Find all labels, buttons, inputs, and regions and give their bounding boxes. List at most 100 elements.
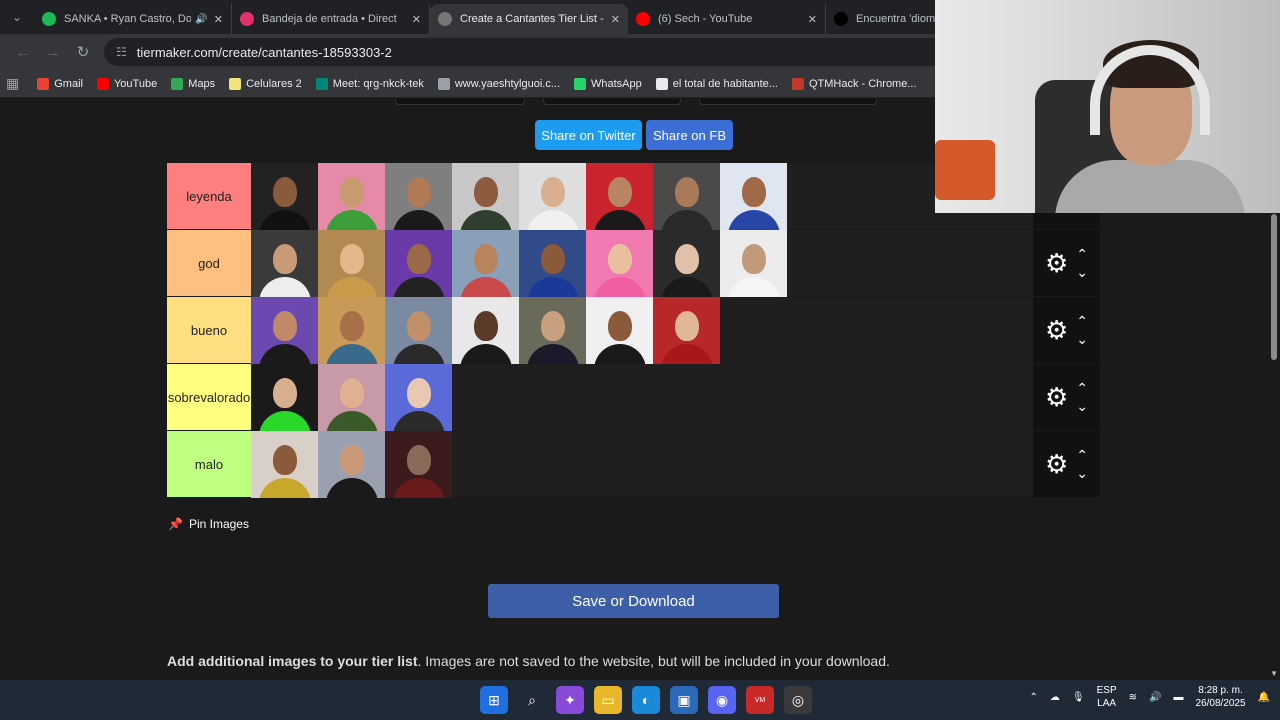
battery-icon[interactable]: ▬ <box>1173 692 1183 703</box>
tier-item-image[interactable] <box>586 297 653 364</box>
microphone-icon[interactable]: 🎙 <box>1072 692 1085 703</box>
notifications-icon[interactable]: 🔔 <box>1258 692 1270 703</box>
tab-audio-icon[interactable]: 🔊 <box>195 14 207 25</box>
apps-grid-icon[interactable]: ▦ <box>6 75 19 92</box>
save-download-button[interactable]: Save or Download <box>488 584 779 618</box>
tier-settings-gear-icon[interactable]: ⚙ <box>1045 315 1068 346</box>
move-tier-up-icon[interactable]: ⌃ <box>1076 247 1088 261</box>
tier-item-image[interactable] <box>251 364 318 431</box>
tab-3[interactable]: (6) Sech - YouTube ✕ <box>628 4 826 34</box>
start-icon[interactable]: ⊞ <box>480 686 508 714</box>
clock[interactable]: 8:28 p. m. 26/08/2025 <box>1195 684 1245 710</box>
forward-button[interactable]: → <box>38 44 68 61</box>
tier-label[interactable]: god <box>167 230 251 296</box>
address-bar[interactable]: ☷ tiermaker.com/create/cantantes-1859330… <box>104 38 984 66</box>
tier-label[interactable]: bueno <box>167 297 251 363</box>
reload-button[interactable]: ↻ <box>68 43 98 61</box>
tier-item-image[interactable] <box>720 163 787 230</box>
bookmark-4[interactable]: Meet: qrg-nkck-tek <box>315 77 424 90</box>
tier-item-image[interactable] <box>385 163 452 230</box>
tab-close-icon[interactable]: ✕ <box>611 13 620 26</box>
tier-item-image[interactable] <box>452 230 519 297</box>
tier-item-image[interactable] <box>318 364 385 431</box>
tier-label[interactable]: malo <box>167 431 251 497</box>
tier-item-image[interactable] <box>519 230 586 297</box>
tier-item-image[interactable] <box>653 163 720 230</box>
tier-label[interactable]: sobrevalorado <box>167 364 251 430</box>
language-indicator[interactable]: ESP LAA <box>1097 684 1117 710</box>
tab-0[interactable]: SANKA • Ryan Castro, Don 🔊 ✕ <box>34 4 232 34</box>
tray-chevron-icon[interactable]: ⌃ <box>1030 692 1038 703</box>
discord-icon[interactable]: ◉ <box>708 686 736 714</box>
tier-item-image[interactable] <box>318 230 385 297</box>
tier-item-image[interactable] <box>519 163 586 230</box>
tier-item-image[interactable] <box>251 297 318 364</box>
onedrive-icon[interactable]: ☁ <box>1050 692 1060 703</box>
tier-item-image[interactable] <box>385 364 452 431</box>
bookmark-6[interactable]: WhatsApp <box>574 77 642 90</box>
scroll-down-arrow-icon[interactable]: ▼ <box>1270 669 1278 678</box>
voicemeeter-icon[interactable]: VM <box>746 686 774 714</box>
bookmark-3[interactable]: Celulares 2 <box>229 77 302 90</box>
tier-settings-gear-icon[interactable]: ⚙ <box>1045 449 1068 480</box>
bookmark-7[interactable]: el total de habitante... <box>655 77 778 90</box>
pin-images-toggle[interactable]: 📌 Pin Images <box>168 517 249 531</box>
back-button[interactable]: ← <box>8 44 38 61</box>
move-tier-up-icon[interactable]: ⌃ <box>1076 314 1088 328</box>
tier-settings-gear-icon[interactable]: ⚙ <box>1045 382 1068 413</box>
tier-item-image[interactable] <box>385 431 452 498</box>
move-tier-down-icon[interactable]: ⌄ <box>1076 466 1088 480</box>
tier-item-image[interactable] <box>251 230 318 297</box>
move-tier-up-icon[interactable]: ⌃ <box>1076 381 1088 395</box>
tab-1[interactable]: Bandeja de entrada • Direct ✕ <box>232 4 430 34</box>
tier-item-image[interactable] <box>586 163 653 230</box>
page-scrollbar[interactable] <box>1271 214 1277 360</box>
store-icon[interactable]: ▣ <box>670 686 698 714</box>
tier-item-image[interactable] <box>385 297 452 364</box>
site-info-icon[interactable]: ☷ <box>116 45 127 59</box>
move-tier-down-icon[interactable]: ⌄ <box>1076 332 1088 346</box>
tier-label[interactable]: leyenda <box>167 163 251 229</box>
volume-icon[interactable]: 🔊 <box>1149 692 1161 703</box>
tier-item-image[interactable] <box>653 230 720 297</box>
tier-controls: ⚙ ⌃ ⌄ <box>1033 230 1100 296</box>
wifi-icon[interactable]: ≋ <box>1129 692 1137 703</box>
share-twitter-button[interactable]: Share on Twitter <box>535 120 642 150</box>
tier-item-image[interactable] <box>385 230 452 297</box>
copilot-icon[interactable]: ✦ <box>556 686 584 714</box>
tab-search-button[interactable]: ⌄ <box>0 0 34 34</box>
tier-item-image[interactable] <box>318 431 385 498</box>
edge-icon[interactable]: ◐ <box>632 686 660 714</box>
tier-item-image[interactable] <box>251 431 318 498</box>
chrome-icon[interactable]: ◎ <box>784 686 812 714</box>
tier-item-image[interactable] <box>653 297 720 364</box>
share-facebook-button[interactable]: Share on FB <box>646 120 733 150</box>
tier-item-image[interactable] <box>318 297 385 364</box>
tier-item-image[interactable] <box>586 230 653 297</box>
tier-item-image[interactable] <box>720 230 787 297</box>
tab-close-icon[interactable]: ✕ <box>412 13 421 26</box>
search-icon[interactable]: ⌕ <box>518 686 546 714</box>
move-tier-down-icon[interactable]: ⌄ <box>1076 399 1088 413</box>
move-tier-up-icon[interactable]: ⌃ <box>1076 448 1088 462</box>
bookmark-5[interactable]: www.yaeshtylguoi.c... <box>437 77 560 90</box>
tab-close-icon[interactable]: ✕ <box>214 13 223 26</box>
top-button-2[interactable] <box>543 99 681 105</box>
file-explorer-icon[interactable]: ▭ <box>594 686 622 714</box>
tab-2[interactable]: Create a Cantantes Tier List - Ti ✕ <box>430 4 628 34</box>
bookmark-0[interactable]: Gmail <box>37 77 83 90</box>
tab-close-icon[interactable]: ✕ <box>808 13 817 26</box>
bookmark-8[interactable]: QTMHack - Chrome... <box>791 77 917 90</box>
move-tier-down-icon[interactable]: ⌄ <box>1076 265 1088 279</box>
tier-item-image[interactable] <box>452 163 519 230</box>
top-button-1[interactable] <box>395 99 525 105</box>
tier-item-image[interactable] <box>452 297 519 364</box>
tier-item-image[interactable] <box>519 297 586 364</box>
bookmark-2[interactable]: Maps <box>171 77 215 90</box>
bookmark-1[interactable]: YouTube <box>96 77 157 90</box>
top-button-3[interactable] <box>699 99 877 105</box>
tier-item-image[interactable] <box>318 163 385 230</box>
portrait-body <box>593 344 646 364</box>
tier-item-image[interactable] <box>251 163 318 230</box>
tier-settings-gear-icon[interactable]: ⚙ <box>1045 248 1068 279</box>
